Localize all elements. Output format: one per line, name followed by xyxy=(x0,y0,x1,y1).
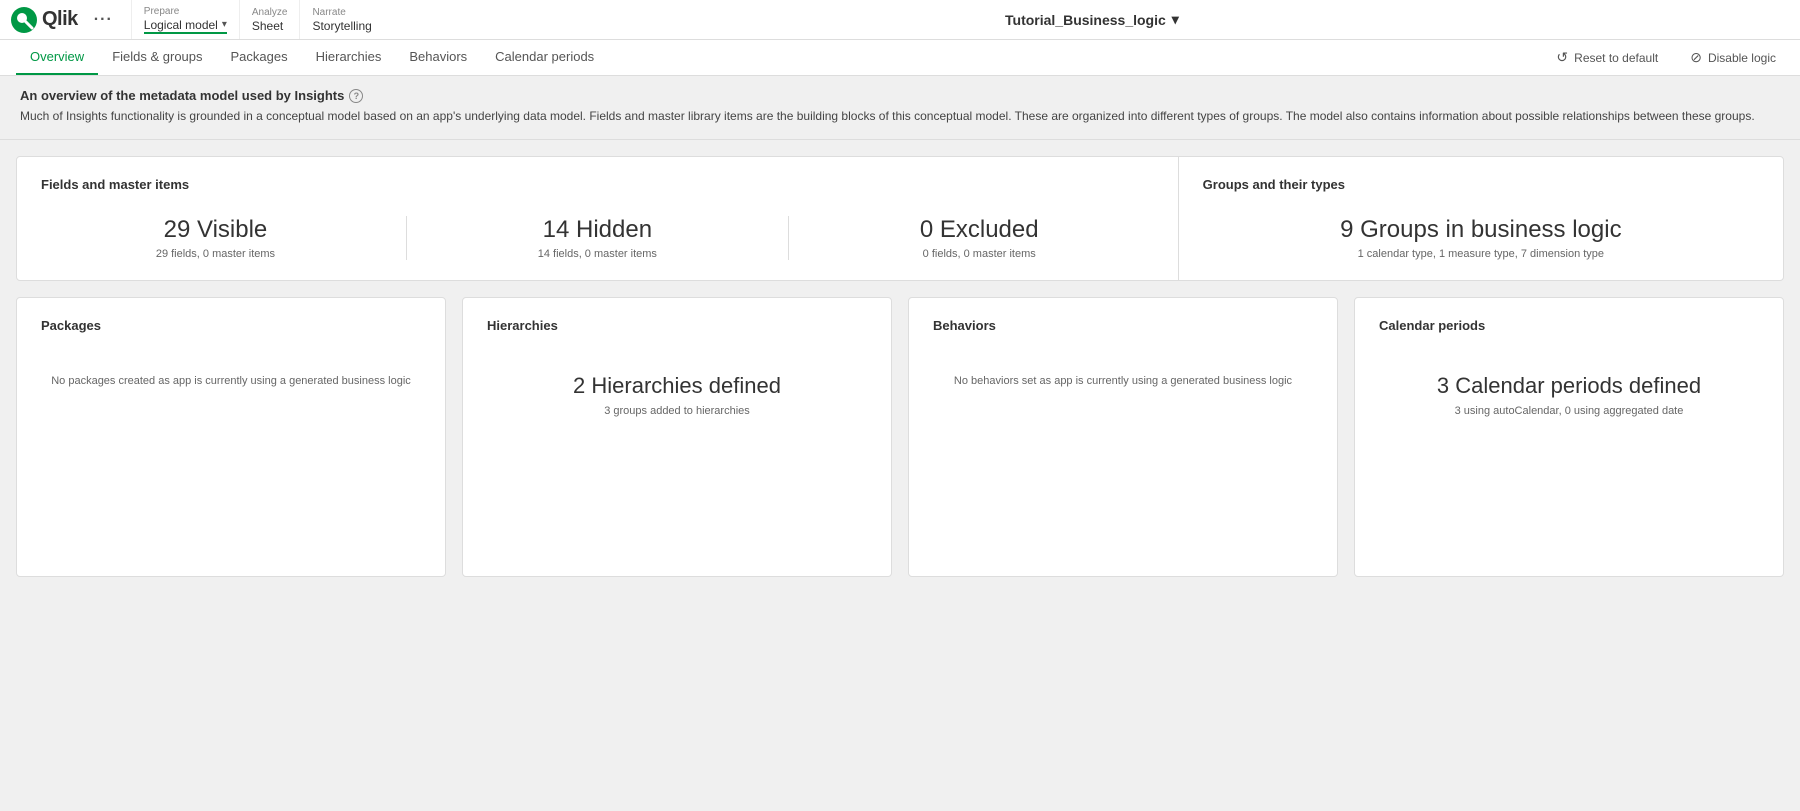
fields-metrics: 29 Visible 29 fields, 0 master items 14 … xyxy=(41,216,1154,260)
info-banner-text: Much of Insights functionality is ground… xyxy=(20,107,1780,125)
tab-bar: Overview Fields & groups Packages Hierar… xyxy=(16,40,608,75)
fields-groups-row: Fields and master items 29 Visible 29 fi… xyxy=(16,156,1784,281)
tab-packages[interactable]: Packages xyxy=(217,40,302,75)
behaviors-content: No behaviors set as app is currently usi… xyxy=(933,373,1313,390)
excluded-metric: 0 Excluded 0 fields, 0 master items xyxy=(805,216,1154,260)
analyze-value[interactable]: Sheet xyxy=(252,19,288,33)
prepare-section: Prepare Logical model ▾ xyxy=(131,0,239,39)
hidden-sub: 14 fields, 0 master items xyxy=(538,248,657,260)
info-banner: An overview of the metadata model used b… xyxy=(0,76,1800,140)
tab-fields-groups[interactable]: Fields & groups xyxy=(98,40,216,75)
prepare-value[interactable]: Logical model ▾ xyxy=(144,18,227,34)
secondary-navigation: Overview Fields & groups Packages Hierar… xyxy=(0,40,1800,76)
top-navigation-bar: Qlik ··· Prepare Logical model ▾ Analyze… xyxy=(0,0,1800,40)
fields-master-items-card: Fields and master items 29 Visible 29 fi… xyxy=(17,157,1179,280)
groups-sub: 1 calendar type, 1 measure type, 7 dimen… xyxy=(1358,248,1604,260)
qlik-logo[interactable]: Qlik xyxy=(10,6,78,34)
calendar-periods-value: 3 Calendar periods defined xyxy=(1437,373,1701,399)
analyze-section: Analyze Sheet xyxy=(239,0,300,39)
prepare-label: Prepare xyxy=(144,6,227,18)
narrate-label: Narrate xyxy=(312,7,371,19)
behaviors-sub: No behaviors set as app is currently usi… xyxy=(954,373,1292,390)
tab-calendar-periods[interactable]: Calendar periods xyxy=(481,40,608,75)
groups-value: 9 Groups in business logic xyxy=(1340,216,1621,244)
analyze-label: Analyze xyxy=(252,7,288,19)
bottom-cards-row: Packages No packages created as app is c… xyxy=(16,297,1784,577)
packages-card: Packages No packages created as app is c… xyxy=(16,297,446,577)
tab-behaviors[interactable]: Behaviors xyxy=(395,40,481,75)
app-title-area: Tutorial_Business_logic ▾ xyxy=(384,0,1800,39)
calendar-periods-card: Calendar periods 3 Calendar periods defi… xyxy=(1354,297,1784,577)
logo-area: Qlik ··· xyxy=(0,0,131,39)
prepare-dropdown-arrow[interactable]: ▾ xyxy=(222,19,227,30)
metric-divider-2 xyxy=(788,216,789,260)
calendar-periods-sub: 3 using autoCalendar, 0 using aggregated… xyxy=(1455,403,1684,420)
disable-logic-button[interactable]: ⊘ Disable logic xyxy=(1682,45,1784,70)
behaviors-card: Behaviors No behaviors set as app is cur… xyxy=(908,297,1338,577)
hidden-metric: 14 Hidden 14 fields, 0 master items xyxy=(423,216,772,260)
calendar-periods-title: Calendar periods xyxy=(1379,318,1759,333)
packages-title: Packages xyxy=(41,318,421,333)
info-help-icon[interactable]: ? xyxy=(349,89,363,103)
excluded-value: 0 Excluded xyxy=(920,216,1039,244)
fields-card-title: Fields and master items xyxy=(41,177,1154,192)
info-banner-title: An overview of the metadata model used b… xyxy=(20,88,1780,103)
qlik-logo-icon xyxy=(10,6,38,34)
app-title-button[interactable]: Tutorial_Business_logic ▾ xyxy=(1005,11,1179,28)
metric-divider-1 xyxy=(406,216,407,260)
disable-icon: ⊘ xyxy=(1690,49,1702,66)
hidden-value: 14 Hidden xyxy=(543,216,652,244)
tab-overview[interactable]: Overview xyxy=(16,40,98,75)
tab-hierarchies[interactable]: Hierarchies xyxy=(302,40,396,75)
groups-types-card: Groups and their types 9 Groups in busin… xyxy=(1179,157,1783,280)
visible-metric: 29 Visible 29 fields, 0 master items xyxy=(41,216,390,260)
groups-card-title: Groups and their types xyxy=(1203,177,1759,192)
packages-sub: No packages created as app is currently … xyxy=(51,373,411,390)
hierarchies-sub: 3 groups added to hierarchies xyxy=(604,403,750,420)
hierarchies-title: Hierarchies xyxy=(487,318,867,333)
hierarchies-content: 2 Hierarchies defined 3 groups added to … xyxy=(487,373,867,420)
reset-icon: ↺ xyxy=(1556,49,1568,66)
qlik-wordmark: Qlik xyxy=(42,8,78,31)
app-title-dropdown-arrow[interactable]: ▾ xyxy=(1172,11,1179,28)
main-content: Fields and master items 29 Visible 29 fi… xyxy=(0,140,1800,593)
behaviors-title: Behaviors xyxy=(933,318,1313,333)
app-title-text: Tutorial_Business_logic xyxy=(1005,12,1166,28)
action-buttons: ↺ Reset to default ⊘ Disable logic xyxy=(1548,40,1784,75)
groups-metric: 9 Groups in business logic 1 calendar ty… xyxy=(1203,216,1759,260)
excluded-sub: 0 fields, 0 master items xyxy=(923,248,1036,260)
more-options-button[interactable]: ··· xyxy=(86,11,121,29)
visible-value: 29 Visible xyxy=(164,216,268,244)
calendar-periods-content: 3 Calendar periods defined 3 using autoC… xyxy=(1379,373,1759,420)
narrate-value[interactable]: Storytelling xyxy=(312,19,371,33)
packages-content: No packages created as app is currently … xyxy=(41,373,421,390)
hierarchies-value: 2 Hierarchies defined xyxy=(573,373,781,399)
hierarchies-card: Hierarchies 2 Hierarchies defined 3 grou… xyxy=(462,297,892,577)
reset-to-default-button[interactable]: ↺ Reset to default xyxy=(1548,45,1666,70)
narrate-section: Narrate Storytelling xyxy=(299,0,383,39)
visible-sub: 29 fields, 0 master items xyxy=(156,248,275,260)
